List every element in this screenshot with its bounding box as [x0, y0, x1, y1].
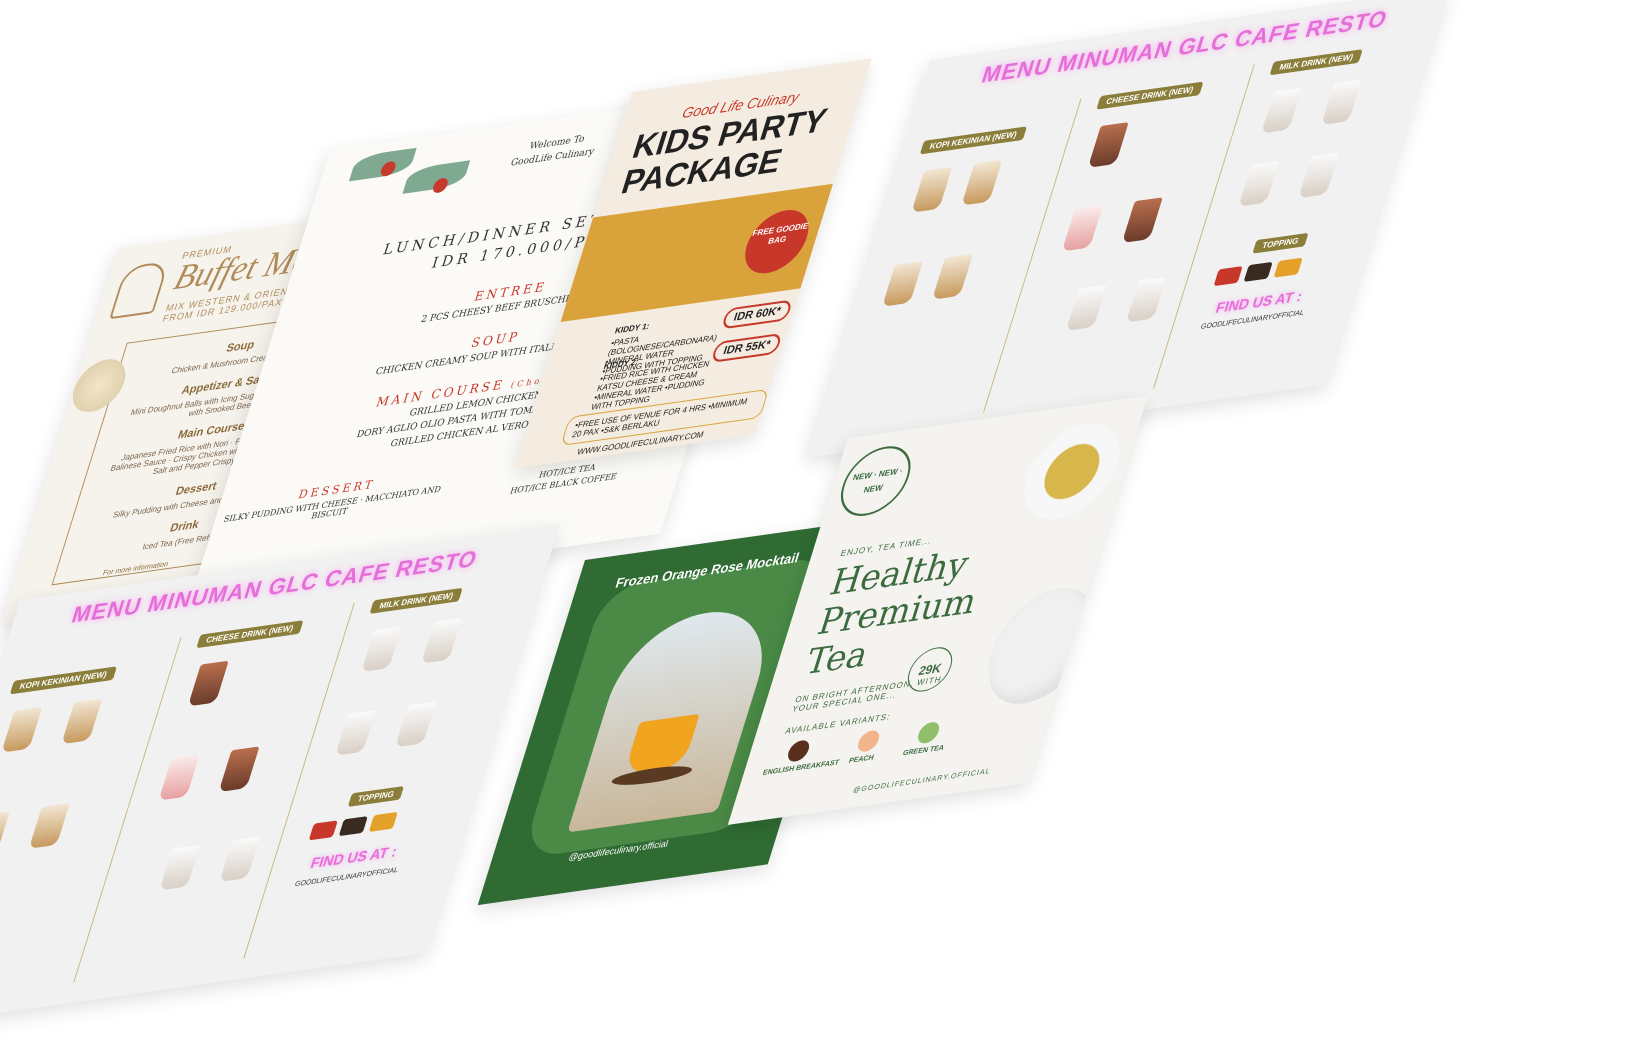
- drink-cup-icon: [1298, 152, 1340, 199]
- drink-cup-icon: [1, 706, 43, 753]
- drink-cup-icon: [421, 617, 463, 664]
- drink-cup-icon: [159, 844, 201, 891]
- drink-cup-icon: [335, 709, 377, 756]
- peach-icon: [855, 729, 882, 753]
- col-kopi-tag: KOPI KEKINIAN (NEW): [9, 666, 117, 695]
- drink-cup-icon: [1125, 276, 1167, 323]
- tea-title-line3: Tea: [800, 633, 874, 684]
- drink-cup-icon: [1261, 87, 1303, 134]
- drink-cup-icon: [1061, 205, 1103, 252]
- brand-logo-icon: [109, 260, 170, 320]
- drink-cup-icon: [1087, 122, 1129, 168]
- col-milk-tag: MILK DRINK (NEW): [1269, 49, 1364, 76]
- col-cheese-tag: CHEESE DRINK (NEW): [196, 620, 304, 649]
- drinks-menu-card: MENU MINUMAN GLC CAFE RESTO KOPI KEKINIA…: [806, 0, 1450, 458]
- drink-cup-icon: [361, 626, 403, 673]
- find-us-label: FIND US AT :: [308, 842, 400, 872]
- drink-cup-icon: [932, 253, 974, 300]
- snack-icon: [1273, 257, 1303, 278]
- kiddy1-price: IDR 60K*: [720, 299, 794, 330]
- kids-title: KIDS PARTY PACKAGE: [617, 100, 832, 202]
- snack-icon: [338, 816, 368, 837]
- snack-icon: [368, 811, 398, 832]
- new-badge: NEW · NEW · NEW: [832, 441, 920, 521]
- drink-cup-icon: [0, 811, 10, 858]
- teacup-icon: [1012, 418, 1132, 525]
- teapot-icon: [973, 581, 1110, 711]
- drink-cup-icon: [1238, 160, 1280, 207]
- snack-icon: [1213, 266, 1243, 287]
- green-tea-icon: [915, 720, 942, 745]
- variant-english-breakfast: ENGLISH BREAKFAST: [761, 759, 840, 778]
- drink-cup-icon: [218, 746, 260, 793]
- topping-tag: TOPPING: [347, 786, 404, 807]
- col-kopi-tag: KOPI KEKINIAN (NEW): [919, 126, 1027, 155]
- drink-cup-icon: [1121, 197, 1163, 244]
- divider: [243, 602, 355, 959]
- variant-green-tea: GREEN TEA: [901, 744, 945, 758]
- drink-cup-icon: [1065, 285, 1107, 331]
- divider: [1153, 64, 1255, 389]
- col-milk-tag: MILK DRINK (NEW): [369, 587, 464, 614]
- drink-cup-icon: [911, 166, 953, 213]
- col-cheese-tag: CHEESE DRINK (NEW): [1096, 81, 1204, 110]
- divider: [73, 637, 182, 983]
- variant-peach: PEACH: [847, 754, 875, 766]
- drink-cup-icon: [395, 701, 437, 748]
- drinks-header: MENU MINUMAN GLC CAFE RESTO: [978, 5, 1392, 89]
- snack-icon: [308, 820, 338, 841]
- divider: [983, 98, 1082, 413]
- drink-cup-icon: [1321, 79, 1363, 126]
- drink-cup-icon: [28, 803, 70, 849]
- drink-cup-icon: [187, 660, 229, 707]
- drink-cup-icon: [961, 159, 1003, 206]
- drink-cup-icon: [882, 260, 924, 307]
- english-breakfast-icon: [785, 739, 812, 763]
- topping-tag: TOPPING: [1252, 232, 1309, 254]
- drink-cup-icon: [219, 836, 261, 882]
- drink-cup-icon: [61, 698, 103, 745]
- tea-handle: @GOODLIFECULINARY.OFFICIAL: [852, 767, 992, 795]
- snack-icon: [1243, 261, 1273, 282]
- drink-cup-icon: [158, 754, 200, 801]
- drinks-menu-card: MENU MINUMAN GLC CAFE RESTO KOPI KEKINIA…: [0, 524, 561, 1029]
